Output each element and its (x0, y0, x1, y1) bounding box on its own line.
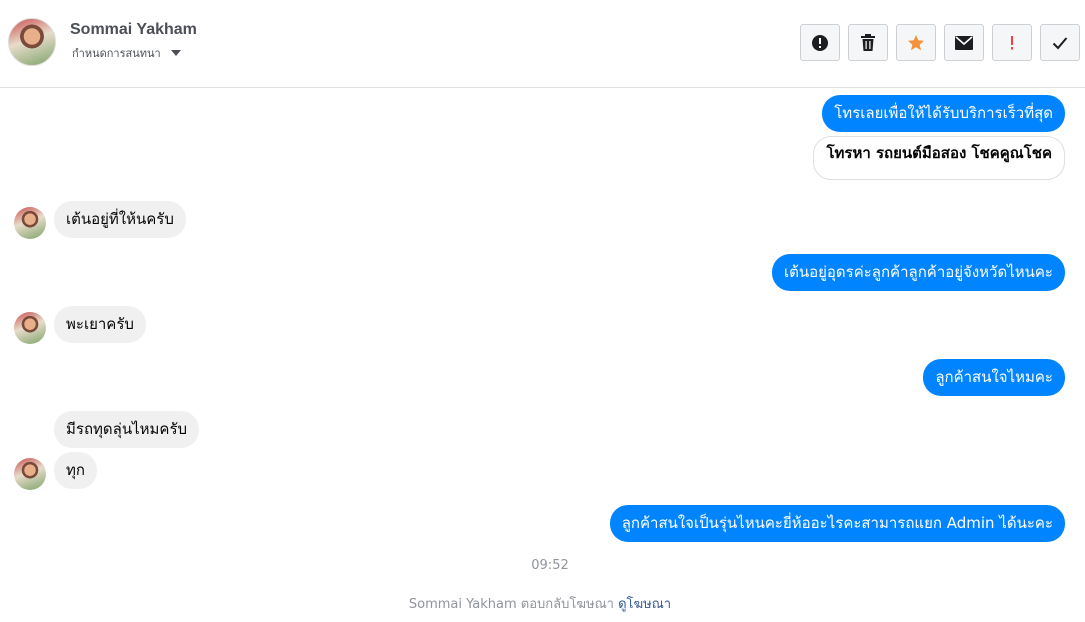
conversation-toolbar (800, 24, 1080, 61)
message-incoming: ทุก (54, 452, 97, 489)
contact-avatar-small (14, 207, 46, 239)
message-incoming: มีรถทุดลุ่นไหมครับ (54, 411, 200, 448)
ad-reply-text: Sommai Yakham ตอบกลับโฆษณา (408, 597, 614, 612)
message-outgoing: โทรเลยเพื่อให้ได้รับบริการเร็วที่สุด (822, 95, 1065, 132)
caret-down-icon (170, 50, 181, 56)
envelope-icon (955, 35, 973, 50)
done-button[interactable] (1040, 24, 1080, 61)
contact-name[interactable]: Sommai Yakham (70, 21, 197, 39)
message-outgoing: เต้นอยู่อุดรค่ะลูกค้าลูกค้าอยู่จังหวัดไห… (771, 254, 1065, 291)
alert-circle-icon (812, 34, 828, 51)
call-button[interactable]: โทรหา รถยนต์มือสอง โชคคูณโชค (813, 136, 1065, 180)
contact-avatar-small (14, 312, 46, 344)
ad-reply-notice: Sommai Yakham ตอบกลับโฆษณา ดูโฆษณา (0, 593, 1080, 614)
star-icon (908, 34, 924, 50)
conversation-schedule-dropdown[interactable]: กำหนดการสนทนา (72, 44, 181, 62)
conversation-schedule-label: กำหนดการสนทนา (72, 47, 161, 60)
message-timestamp: 09:52 (531, 558, 569, 573)
message-outgoing: ลูกค้าสนใจเป็นรุ่นไหนคะยี่ห้ออะไรคะสามาร… (609, 505, 1065, 542)
message-outgoing: ลูกค้าสนใจไหมคะ (923, 359, 1065, 396)
message-incoming: เต้นอยู่ที่ให้นครับ (54, 201, 186, 238)
mark-unread-button[interactable] (944, 24, 984, 61)
important-button[interactable] (992, 24, 1032, 61)
spam-button[interactable] (800, 24, 840, 61)
contact-avatar[interactable] (8, 18, 56, 66)
message-incoming: พะเยาครับ (54, 306, 146, 343)
conversation-header: Sommai Yakham กำหนดการสนทนา (0, 0, 1085, 88)
trash-icon (861, 33, 875, 51)
exclamation-icon (1011, 35, 1013, 49)
delete-button[interactable] (848, 24, 888, 61)
view-ad-link[interactable]: ดูโฆษณา (618, 597, 671, 612)
star-button[interactable] (896, 24, 936, 61)
check-icon (1052, 36, 1068, 49)
contact-avatar-small (14, 458, 46, 490)
